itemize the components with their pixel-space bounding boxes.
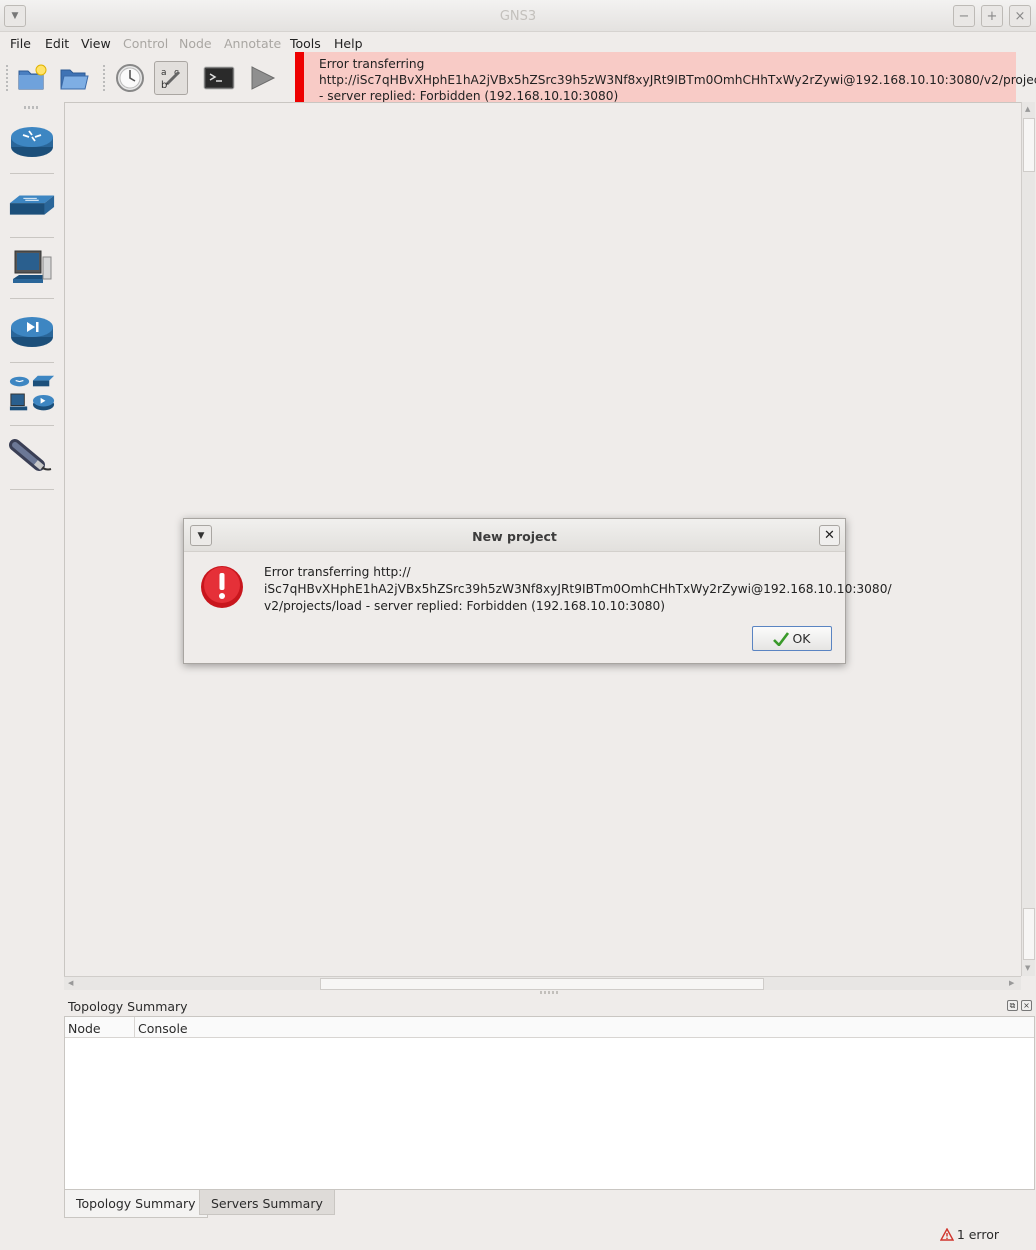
tab-servers-summary[interactable]: Servers Summary	[199, 1190, 335, 1215]
dialog-close-button[interactable]: ✕	[819, 525, 840, 546]
status-error-indicator[interactable]: 1 error	[939, 1227, 999, 1242]
horizontal-scroll-thumb[interactable]	[320, 978, 764, 990]
new-project-button[interactable]	[15, 61, 49, 95]
menu-file[interactable]: File	[10, 36, 31, 51]
snapshot-button[interactable]	[113, 61, 147, 95]
computer-icon	[13, 250, 52, 283]
column-header-console[interactable]: Console	[135, 1017, 1034, 1038]
ok-button-label: OK	[792, 631, 811, 646]
warning-icon	[939, 1228, 954, 1241]
dock-separator	[10, 237, 54, 238]
dock-close-icon[interactable]: ×	[1021, 1000, 1032, 1011]
toolbar-grip[interactable]	[6, 65, 8, 91]
dock-separator	[10, 362, 54, 363]
ok-button[interactable]: OK	[752, 626, 832, 651]
scroll-down-arrow-icon[interactable]: ▼	[1025, 964, 1030, 972]
menu-help[interactable]: Help	[334, 36, 363, 51]
routers-button[interactable]	[8, 120, 56, 164]
dock-grip[interactable]	[24, 106, 40, 109]
error-dialog: ▼ New project ✕ Error transferring http:…	[183, 518, 892, 664]
cable-icon	[9, 439, 52, 471]
canvas-horizontal-scrollbar[interactable]: ◀ ▶	[64, 976, 1021, 990]
dock-separator	[10, 173, 54, 174]
end-devices-button[interactable]	[8, 247, 56, 291]
security-devices-button[interactable]	[8, 310, 56, 354]
all-devices-icon	[9, 375, 55, 411]
start-all-button[interactable]	[245, 61, 279, 95]
add-link-button[interactable]	[8, 434, 56, 478]
device-dock	[0, 100, 63, 1218]
show-interface-labels-button[interactable]: a c b	[154, 61, 188, 95]
menu-bar: File Edit View Control Node Annotate Too…	[0, 33, 1036, 53]
topology-summary-title: Topology Summary	[68, 999, 188, 1014]
console-all-button[interactable]	[202, 61, 236, 95]
tab-topology-summary[interactable]: Topology Summary	[64, 1190, 208, 1218]
dock-splitter-handle[interactable]	[540, 991, 558, 994]
column-header-node[interactable]: Node	[65, 1017, 135, 1038]
dock-separator	[10, 298, 54, 299]
menu-annotate[interactable]: Annotate	[224, 36, 281, 51]
new-folder-icon	[18, 64, 47, 90]
checkmark-icon	[773, 631, 790, 646]
close-window-button[interactable]: ×	[1009, 5, 1031, 27]
router-icon	[11, 127, 53, 157]
canvas-vertical-scrollbar[interactable]: ▲ ▼	[1021, 102, 1035, 976]
open-folder-icon	[60, 69, 89, 90]
notification-accent-bar	[295, 52, 304, 107]
notification-text: Error transferring http://iSc7qHBvXHphE1…	[319, 57, 1036, 103]
error-notification-banner[interactable]: Error transferring http://iSc7qHBvXHphE1…	[295, 52, 1036, 107]
bottom-dock-tabs: Topology Summary Servers Summary	[64, 1190, 1036, 1218]
menu-view[interactable]: View	[81, 36, 111, 51]
switch-icon	[9, 195, 55, 215]
firewall-icon	[11, 317, 53, 347]
status-error-text: 1 error	[956, 1227, 999, 1242]
status-bar: 1 error	[0, 1222, 1036, 1250]
topology-summary-header: Topology Summary ⧉ ×	[64, 996, 1036, 1016]
open-project-button[interactable]	[57, 61, 91, 95]
window-title: GNS3	[499, 9, 537, 24]
topology-summary-table[interactable]: Node Console	[64, 1016, 1035, 1190]
vertical-scroll-thumb-lower[interactable]	[1023, 908, 1035, 960]
dock-separator	[10, 489, 54, 490]
toolbar-grip[interactable]	[103, 65, 105, 91]
menu-tools[interactable]: Tools	[290, 36, 321, 51]
dialog-titlebar[interactable]: ▼ New project ✕	[184, 519, 845, 552]
vertical-scroll-thumb[interactable]	[1023, 118, 1035, 172]
error-icon	[201, 566, 243, 608]
dock-separator	[10, 425, 54, 426]
scroll-right-arrow-icon[interactable]: ▶	[1009, 979, 1014, 987]
scroll-up-arrow-icon[interactable]: ▲	[1025, 105, 1030, 113]
clock-icon	[116, 64, 144, 92]
all-devices-button[interactable]	[8, 372, 56, 416]
window-titlebar: ▼ GNS3 − + ×	[0, 0, 1036, 32]
svg-text:a: a	[161, 68, 167, 78]
scroll-left-arrow-icon[interactable]: ◀	[68, 979, 73, 987]
menu-control[interactable]: Control	[123, 36, 168, 51]
maximize-button[interactable]: +	[981, 5, 1003, 27]
dock-float-icon[interactable]: ⧉	[1007, 1000, 1018, 1011]
dialog-title: New project	[472, 529, 557, 544]
play-icon	[251, 66, 276, 90]
menu-node[interactable]: Node	[179, 36, 212, 51]
svg-text:b: b	[161, 80, 167, 91]
switches-button[interactable]	[8, 184, 56, 228]
minimize-button[interactable]: −	[953, 5, 975, 27]
terminal-icon	[203, 66, 235, 90]
interface-labels-icon: a c b	[161, 68, 181, 91]
dialog-message: Error transferring http:// iSc7qHBvXHphE…	[264, 565, 892, 613]
menu-edit[interactable]: Edit	[45, 36, 69, 51]
